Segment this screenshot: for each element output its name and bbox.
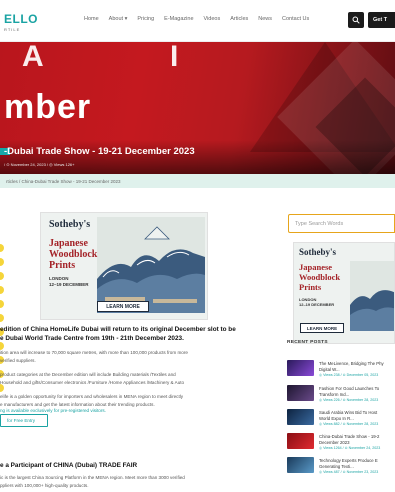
article-paragraph-line: ic is the largest China Sourcing Platfor… [0, 475, 185, 480]
article-paragraph-line: verified suppliers. [0, 358, 36, 363]
hero-letter-a: A [22, 42, 46, 73]
ad-title-line3: Prints [299, 282, 322, 292]
hero-big-word: mber [4, 88, 92, 126]
nav-e-magazine[interactable]: E-Magazine [164, 16, 193, 22]
post-thumbnail [287, 385, 314, 401]
nav-videos[interactable]: Videos [204, 16, 221, 22]
decor-dot [0, 300, 4, 308]
decor-dot [0, 272, 4, 280]
nav-contact[interactable]: Contact Us [282, 16, 309, 22]
article-section-heading: e a Participant of CHINA (Dubai) TRADE F… [0, 462, 138, 469]
nav-articles[interactable]: Articles [230, 16, 248, 22]
article-heading-line: e Dubai World Trade Centre from 19th - 2… [0, 335, 184, 342]
decor-dot [0, 258, 4, 266]
search-placeholder: Type Search Words [295, 221, 344, 227]
article-note: ng is available exclusively for pre-regi… [0, 408, 106, 413]
ad-learn-more-button[interactable]: LEARN MORE [300, 323, 344, 333]
post-meta: ◎ Views 1264 / ⊙ November 24, 2023 [319, 446, 381, 450]
ad-brand: Sotheby's [299, 247, 337, 257]
nav-pricing[interactable]: Pricing [137, 16, 154, 22]
article-paragraph-line: e manufacturers and get the latest infor… [0, 402, 155, 407]
ad-brand: Sotheby's [49, 219, 91, 230]
free-entry-button[interactable]: for Free Entry [0, 414, 48, 427]
decor-dot [0, 286, 4, 294]
post-thumbnail [287, 360, 314, 376]
logo-text: ELLO [4, 12, 38, 26]
decor-dot [0, 314, 4, 322]
decor-dot [0, 342, 4, 350]
post-title: Technology Experts Produce E Generating T… [319, 458, 378, 469]
ad-title-line3: Prints [49, 260, 76, 271]
sidebar-search-input[interactable]: Type Search Words [288, 214, 395, 233]
post-meta: ◎ Views 487 / ⊙ November 23, 2023 [319, 470, 379, 474]
decor-dot [0, 244, 4, 252]
advertisement-sidebar[interactable]: Sotheby's Japanese Woodblock Prints LOND… [293, 242, 395, 344]
post-title: Saudi Arabia Wins Bid To Host World Expo … [319, 410, 378, 421]
ad-location: LONDON [49, 276, 69, 281]
recent-post-item[interactable]: Saudi Arabia Wins Bid To Host World Expo … [287, 409, 395, 431]
recent-post-item[interactable]: Fashion For Good Launches To Transform In… [287, 385, 395, 407]
get-started-button[interactable]: Get T [368, 12, 395, 28]
article-paragraph-line: ition area will increase to 70,000 squar… [0, 350, 188, 355]
ad-title-line2: Woodblock [299, 272, 341, 282]
nav-news[interactable]: News [258, 16, 272, 22]
nav-about[interactable]: About ▾ [109, 16, 128, 22]
advertisement-main[interactable]: Sotheby's Japanese Woodblock Prints LOND… [40, 212, 208, 320]
post-thumbnail [287, 433, 314, 449]
ad-learn-more-button[interactable]: LEARN MORE [97, 301, 149, 312]
post-meta: ◎ Views 238 / ⊙ December 05, 2023 [319, 373, 379, 377]
woodblock-print-image-small [350, 261, 394, 331]
top-navbar: ELLO RTILE Home About ▾ Pricing E-Magazi… [0, 0, 395, 42]
decor-dot [0, 384, 4, 392]
site-logo[interactable]: ELLO RTILE [4, 11, 38, 32]
ad-dates: 12–19 DECEMBER [49, 282, 89, 287]
recent-post-item[interactable]: Technology Experts Produce E Generating T… [287, 457, 395, 479]
post-meta: / ⊙ November 24, 2023 / ◎ Views 126+ [4, 162, 75, 167]
post-meta: ◎ Views 226 / ⊙ November 28, 2023 [319, 398, 379, 402]
article-heading-line: edition of China HomeLife Dubai will ret… [0, 326, 236, 333]
ad-dates: 12–19 DECEMBER [299, 302, 335, 307]
post-title: Fashion For Good Launches To Transform In… [319, 386, 380, 397]
nav-search-button[interactable] [348, 12, 364, 28]
logo-subtext: RTILE [4, 27, 21, 32]
ad-title-line1: Japanese [299, 262, 333, 272]
article-paragraph-line: ppliers with 100,000+ high-quality produ… [0, 483, 89, 488]
nav-home[interactable]: Home [84, 16, 99, 22]
ad-title-line1: Japanese [49, 238, 88, 249]
ad-title-line2: Woodblock [49, 249, 98, 260]
post-thumbnail [287, 409, 314, 425]
recent-posts-heading: RECENT POSTS [287, 340, 328, 345]
page-title: -Dubai Trade Show - 19-21 December 2023 [4, 146, 195, 157]
article-paragraph-line: elife is a golden opportunity for import… [0, 394, 184, 399]
breadcrumb[interactable]: rticles / China-Dubai Trade Show - 19-21… [0, 174, 395, 188]
post-title: The MeLivence, Bridging The Phy Digital W… [319, 361, 384, 372]
hero-letter-i: I [170, 42, 179, 73]
search-icon [352, 16, 360, 24]
post-thumbnail [287, 457, 314, 473]
main-menu: Home About ▾ Pricing E-Magazine Videos A… [84, 16, 319, 22]
post-title: China-Dubai Trade Show - 19-2 December 20… [319, 434, 380, 445]
recent-post-item[interactable]: China-Dubai Trade Show - 19-2 December 20… [287, 433, 395, 455]
article-paragraph-line: product categories at the December editi… [0, 372, 176, 377]
recent-post-item[interactable]: The MeLivence, Bridging The Phy Digital W… [287, 360, 395, 382]
post-meta: ◎ Views 882 / ⊙ November 28, 2023 [319, 422, 379, 426]
article-paragraph-line: Household and gifts/Consumer electronics… [0, 380, 185, 385]
woodblock-print-image [97, 217, 205, 313]
